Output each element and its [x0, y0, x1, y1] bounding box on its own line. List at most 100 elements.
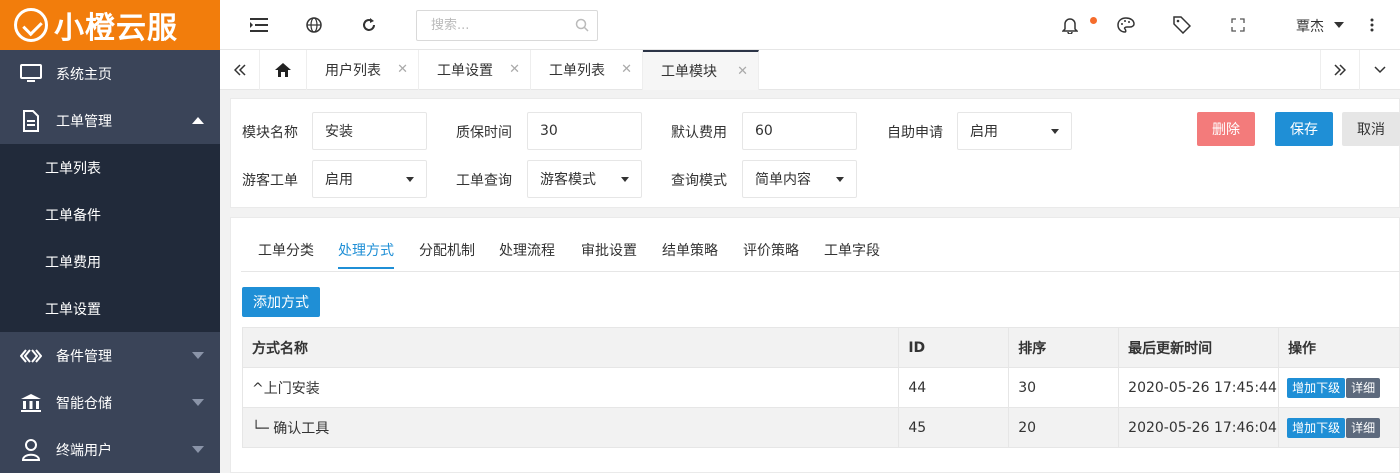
- cancel-button[interactable]: 取消: [1342, 112, 1400, 146]
- search-input[interactable]: [417, 11, 567, 40]
- sidebar-item-ticket-management[interactable]: 工单管理: [0, 97, 220, 144]
- sidebar-item-warehouse[interactable]: 智能仓储: [0, 379, 220, 426]
- sidebar-item-label: 终端用户: [56, 442, 112, 459]
- sidebar-item-home[interactable]: 系统主页: [0, 50, 220, 97]
- tab-label: 工单模块: [661, 64, 717, 80]
- column-header: 最后更新时间: [1118, 327, 1280, 368]
- updated-cell: 2020-05-26 17:46:04: [1118, 407, 1280, 448]
- tab-ticket-list[interactable]: 工单列表 ✕: [531, 50, 643, 90]
- sidebar-item-label: 工单管理: [56, 113, 112, 130]
- sidebar-subitem-ticket-parts[interactable]: 工单备件: [0, 191, 220, 238]
- tab-ticket-settings[interactable]: 工单设置 ✕: [419, 50, 531, 90]
- sidebar-item-parts[interactable]: 备件管理: [0, 332, 220, 379]
- config-tabs: 工单分类 处理方式 分配机制 处理流程 审批设置 结单策略 评价策略 工单字段: [241, 218, 1400, 272]
- tab-process-flow[interactable]: 处理流程: [499, 240, 555, 260]
- ticket-query-value: 游客模式: [540, 172, 596, 188]
- user-name[interactable]: 覃杰: [1296, 16, 1324, 36]
- sidebar-subitem-ticket-fees[interactable]: 工单费用: [0, 238, 220, 285]
- id-cell: 44: [898, 367, 1010, 408]
- close-icon[interactable]: ✕: [621, 62, 632, 77]
- tab-ticket-category[interactable]: 工单分类: [258, 240, 314, 260]
- caret-down-icon: [192, 399, 204, 406]
- search-box[interactable]: [416, 10, 598, 41]
- query-mode-select[interactable]: 简单内容: [742, 160, 857, 198]
- sidebar-subitem-ticket-list[interactable]: 工单列表: [0, 144, 220, 191]
- submenu-ticket: 工单列表 工单备件 工单费用 工单设置: [0, 144, 220, 332]
- tab-assignment[interactable]: 分配机制: [419, 240, 475, 260]
- methods-table: 方式名称 ID 排序 最后更新时间 操作 ^上门安装 44 30 2020-05…: [241, 327, 1400, 448]
- menu-toggle-icon[interactable]: [248, 14, 270, 36]
- search-icon[interactable]: [575, 18, 589, 36]
- page-tabs-bar: 用户列表 ✕ 工单设置 ✕ 工单列表 ✕ 工单模块 ✕: [220, 50, 1400, 90]
- add-child-button[interactable]: 增加下级: [1287, 377, 1346, 398]
- tab-review-strategy[interactable]: 评价策略: [743, 240, 799, 260]
- sidebar-subitem-ticket-settings[interactable]: 工单设置: [0, 285, 220, 332]
- add-child-button[interactable]: 增加下级: [1287, 417, 1346, 438]
- query-mode-value: 简单内容: [755, 172, 811, 188]
- method-name-cell[interactable]: └─ 确认工具: [241, 407, 900, 448]
- default-fee-label: 默认费用: [671, 125, 727, 141]
- double-chevron-right-icon: [1334, 64, 1346, 76]
- column-header: ID: [898, 327, 1010, 368]
- table-header-row: 方式名称 ID 排序 最后更新时间 操作: [241, 327, 1400, 368]
- guest-ticket-select[interactable]: 启用: [312, 160, 427, 198]
- sidebar-item-label: 备件管理: [56, 348, 112, 365]
- sidebar-item-label: 智能仓储: [56, 395, 112, 412]
- tab-closing-strategy[interactable]: 结单策略: [662, 240, 718, 260]
- tab-handling-method[interactable]: 处理方式: [338, 240, 394, 269]
- tab-user-list[interactable]: 用户列表 ✕: [307, 50, 419, 90]
- caret-down-icon[interactable]: [1334, 22, 1344, 28]
- self-apply-label: 自助申请: [887, 125, 943, 141]
- close-icon[interactable]: ✕: [509, 62, 520, 77]
- tab-ticket-module[interactable]: 工单模块 ✕: [643, 50, 759, 90]
- close-icon[interactable]: ✕: [737, 64, 748, 79]
- dropdown-caret-icon: [1051, 129, 1059, 134]
- method-name-cell[interactable]: ^上门安装: [241, 367, 900, 408]
- more-vertical-icon[interactable]: [1361, 14, 1383, 36]
- module-name-value: 安装: [325, 124, 353, 140]
- globe-icon[interactable]: [303, 14, 325, 36]
- tab-label: 用户列表: [325, 63, 381, 79]
- sidebar: 小橙云服 系统主页 工单管理 工单列表 工单备件 工单费用 工单设置 备件管理 …: [0, 0, 220, 473]
- save-button[interactable]: 保存: [1275, 112, 1333, 146]
- ticket-query-select[interactable]: 游客模式: [527, 160, 642, 198]
- self-apply-value: 启用: [970, 124, 998, 140]
- diamond-icon: [20, 345, 42, 367]
- palette-icon[interactable]: [1115, 14, 1137, 36]
- sidebar-item-label: 系统主页: [56, 66, 112, 83]
- brand-name: 小橙云服: [54, 11, 178, 46]
- default-fee-field[interactable]: 60: [742, 112, 857, 150]
- detail-button[interactable]: 详细: [1346, 377, 1381, 398]
- detail-button[interactable]: 详细: [1346, 417, 1381, 438]
- refresh-icon[interactable]: [358, 14, 380, 36]
- module-settings-form: 模块名称 安装 质保时间 30 默认费用 60 自助申请 启用 游客工单 启用 …: [230, 98, 1400, 208]
- updated-cell: 2020-05-26 17:45:44: [1118, 367, 1280, 408]
- warranty-value: 30: [540, 123, 558, 139]
- tabs-scroll-left-button[interactable]: [220, 50, 260, 90]
- caret-down-icon: [192, 446, 204, 453]
- tab-home[interactable]: [260, 50, 307, 90]
- delete-button[interactable]: 删除: [1197, 112, 1255, 146]
- add-method-button[interactable]: 添加方式: [242, 287, 320, 317]
- tag-icon[interactable]: [1171, 14, 1193, 36]
- caret-up-icon: [192, 117, 204, 124]
- bell-icon[interactable]: [1059, 14, 1081, 36]
- self-apply-select[interactable]: 启用: [957, 112, 1072, 150]
- notification-dot: [1090, 17, 1097, 24]
- default-fee-value: 60: [755, 123, 773, 139]
- warranty-field[interactable]: 30: [527, 112, 642, 150]
- tab-ticket-fields[interactable]: 工单字段: [824, 240, 880, 260]
- sidebar-item-users[interactable]: 终端用户: [0, 426, 220, 473]
- tabs-scroll-right-button[interactable]: [1320, 50, 1360, 90]
- close-icon[interactable]: ✕: [397, 62, 408, 77]
- tab-approval-settings[interactable]: 审批设置: [581, 240, 637, 260]
- table-row: ^上门安装 44 30 2020-05-26 17:45:44 增加下级 详细: [241, 367, 1400, 408]
- tabs-menu-button[interactable]: [1360, 50, 1400, 90]
- brand-logo[interactable]: 小橙云服: [0, 0, 220, 50]
- fullscreen-icon[interactable]: [1227, 14, 1249, 36]
- column-header: 方式名称: [241, 327, 900, 368]
- module-name-field[interactable]: 安装: [312, 112, 427, 150]
- bank-icon: [20, 392, 42, 414]
- monitor-icon: [20, 63, 42, 85]
- tab-label: 工单列表: [549, 63, 605, 79]
